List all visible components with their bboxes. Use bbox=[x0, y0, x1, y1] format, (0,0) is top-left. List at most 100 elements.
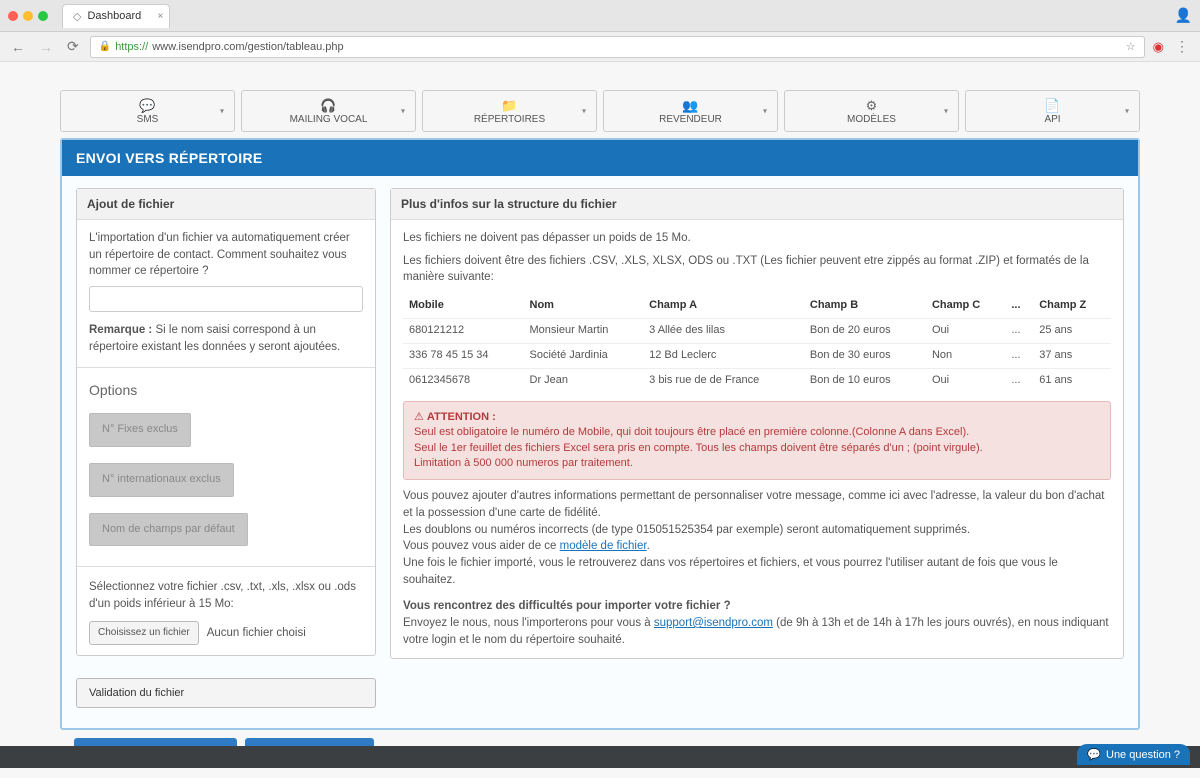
table-cell: ... bbox=[1005, 368, 1033, 392]
table-header: Mobile bbox=[403, 294, 524, 318]
table-header: Champ A bbox=[643, 294, 804, 318]
chat-widget[interactable]: 💬 Une question ? bbox=[1077, 744, 1190, 765]
repertoire-name-input[interactable] bbox=[89, 286, 363, 312]
nav-label: MODÈLES bbox=[847, 114, 896, 125]
option-champs-defaut[interactable]: Nom de champs par défaut bbox=[89, 513, 248, 547]
table-header: ... bbox=[1005, 294, 1033, 318]
gear-icon: ⚙ bbox=[866, 98, 878, 114]
table-cell: 0612345678 bbox=[403, 368, 524, 392]
folder-icon: 📁 bbox=[501, 98, 517, 114]
remark: Remarque : Si le nom saisi correspond à … bbox=[89, 322, 363, 355]
choose-file-button[interactable]: Choisissez un fichier bbox=[89, 621, 199, 646]
table-cell: 3 Allée des lilas bbox=[643, 318, 804, 343]
table-header: Champ Z bbox=[1033, 294, 1111, 318]
import-text: L'importation d'un fichier va automatiqu… bbox=[89, 230, 363, 280]
url-rest: www.isendpro.com/gestion/tableau.php bbox=[152, 41, 343, 53]
tab-title: Dashboard bbox=[87, 10, 141, 22]
table-cell: 680121212 bbox=[403, 318, 524, 343]
nav-revendeur[interactable]: 👥REVENDEUR ▾ bbox=[603, 90, 778, 132]
table-row: 336 78 45 15 34Société Jardinia12 Bd Lec… bbox=[403, 343, 1111, 368]
info-p1: Les fichiers ne doivent pas dépasser un … bbox=[403, 230, 1111, 247]
minimize-window-icon[interactable] bbox=[23, 11, 33, 21]
p3c-post: . bbox=[647, 540, 650, 552]
nav-modeles[interactable]: ⚙MODÈLES ▾ bbox=[784, 90, 959, 132]
forward-icon[interactable]: → bbox=[36, 39, 56, 55]
address-bar[interactable]: 🔒 https:// www.isendpro.com/gestion/tabl… bbox=[90, 36, 1145, 58]
info-card: Plus d'infos sur la structure du fichier… bbox=[390, 188, 1124, 659]
remark-label: Remarque : bbox=[89, 324, 152, 336]
nav-sms[interactable]: 💬SMS ▾ bbox=[60, 90, 235, 132]
diff-title: Vous rencontrez des difficultés pour imp… bbox=[403, 600, 731, 612]
info-p3a: Vous pouvez ajouter d'autres information… bbox=[403, 488, 1111, 521]
window-controls bbox=[8, 11, 48, 21]
nav-label: REVENDEUR bbox=[659, 114, 722, 125]
warning-box: ⚠ ATTENTION : Seul est obligatoire le nu… bbox=[403, 401, 1111, 481]
menu-icon[interactable]: ⋮ bbox=[1172, 38, 1192, 55]
browser-tab[interactable]: ◇ Dashboard × bbox=[62, 4, 170, 28]
table-row: 680121212Monsieur Martin3 Allée des lila… bbox=[403, 318, 1111, 343]
chevron-down-icon: ▾ bbox=[763, 107, 767, 116]
option-fixes-exclus[interactable]: N° Fixes exclus bbox=[89, 413, 191, 447]
table-header: Champ C bbox=[926, 294, 1005, 318]
url-scheme: https:// bbox=[115, 41, 148, 53]
main-panel: ENVOI VERS RÉPERTOIRE Ajout de fichier L… bbox=[60, 138, 1140, 730]
nav-api[interactable]: 📄API▾ bbox=[965, 90, 1140, 132]
no-file-label: Aucun fichier choisi bbox=[207, 625, 306, 642]
warn-l1: Seul est obligatoire le numéro de Mobile… bbox=[414, 425, 1100, 440]
table-cell: ... bbox=[1005, 318, 1033, 343]
close-tab-icon[interactable]: × bbox=[157, 11, 163, 22]
table-cell: Non bbox=[926, 343, 1005, 368]
lock-icon: 🔒 bbox=[99, 41, 111, 52]
nav-label: API bbox=[1044, 114, 1060, 125]
nav-label: SMS bbox=[137, 114, 159, 125]
table-header: Nom bbox=[524, 294, 644, 318]
table-cell: 3 bis rue de de France bbox=[643, 368, 804, 392]
support-mail-link[interactable]: support@isendpro.com bbox=[654, 617, 773, 629]
chevron-down-icon: ▾ bbox=[220, 107, 224, 116]
p3c-pre: Vous pouvez vous aider de ce bbox=[403, 540, 560, 552]
option-internationaux-exclus[interactable]: N° internationaux exclus bbox=[89, 463, 234, 497]
table-cell: Bon de 20 euros bbox=[804, 318, 926, 343]
table-cell: 25 ans bbox=[1033, 318, 1111, 343]
chat-icon: 💬 bbox=[139, 98, 155, 114]
nav-label: RÉPERTOIRES bbox=[474, 114, 545, 125]
template-link[interactable]: modèle de fichier bbox=[560, 540, 647, 552]
table-cell: Société Jardinia bbox=[524, 343, 644, 368]
warn-l2: Seul le 1er feuillet des fichiers Excel … bbox=[414, 441, 1100, 456]
warn-title: ATTENTION : bbox=[427, 411, 496, 423]
table-cell: Bon de 30 euros bbox=[804, 343, 926, 368]
table-cell: 61 ans bbox=[1033, 368, 1111, 392]
address-bar-row: ← → ⟳ 🔒 https:// www.isendpro.com/gestio… bbox=[0, 32, 1200, 62]
options-title: Options bbox=[89, 380, 363, 400]
table-row: 0612345678Dr Jean3 bis rue de de FranceB… bbox=[403, 368, 1111, 392]
footer-bar bbox=[0, 746, 1200, 768]
nav-mailing-vocal[interactable]: 🎧MAILING VOCAL▾ bbox=[241, 90, 416, 132]
nav-repertoires[interactable]: 📁RÉPERTOIRES▾ bbox=[422, 90, 597, 132]
browser-tab-bar: ◇ Dashboard × 👤 bbox=[0, 0, 1200, 32]
table-cell: Bon de 10 euros bbox=[804, 368, 926, 392]
people-icon: 👥 bbox=[682, 98, 698, 114]
chevron-down-icon: ▾ bbox=[1125, 107, 1129, 116]
table-header: Champ B bbox=[804, 294, 926, 318]
page-title: ENVOI VERS RÉPERTOIRE bbox=[62, 140, 1138, 176]
profile-icon[interactable]: 👤 bbox=[1175, 7, 1192, 24]
info-title: Plus d'infos sur la structure du fichier bbox=[391, 189, 1123, 220]
add-file-card: Ajout de fichier L'importation d'un fich… bbox=[76, 188, 376, 656]
select-file-text: Sélectionnez votre fichier .csv, .txt, .… bbox=[89, 579, 363, 612]
maximize-window-icon[interactable] bbox=[38, 11, 48, 21]
close-window-icon[interactable] bbox=[8, 11, 18, 21]
chevron-down-icon: ▾ bbox=[401, 107, 405, 116]
chat-label: Une question ? bbox=[1106, 749, 1180, 761]
extension-icon[interactable]: ◉ bbox=[1153, 39, 1164, 55]
chevron-down-icon: ▾ bbox=[944, 107, 948, 116]
info-p3b: Les doublons ou numéros incorrects (de t… bbox=[403, 522, 1111, 539]
back-icon[interactable]: ← bbox=[8, 39, 28, 55]
info-p3c: Vous pouvez vous aider de ce modèle de f… bbox=[403, 538, 1111, 555]
table-cell: Monsieur Martin bbox=[524, 318, 644, 343]
validate-button[interactable]: Validation du fichier bbox=[76, 678, 376, 708]
headset-icon: 🎧 bbox=[320, 98, 336, 114]
table-cell: Dr Jean bbox=[524, 368, 644, 392]
table-cell: Oui bbox=[926, 368, 1005, 392]
bookmark-star-icon[interactable]: ☆ bbox=[1126, 40, 1136, 53]
reload-icon[interactable]: ⟳ bbox=[64, 38, 82, 55]
